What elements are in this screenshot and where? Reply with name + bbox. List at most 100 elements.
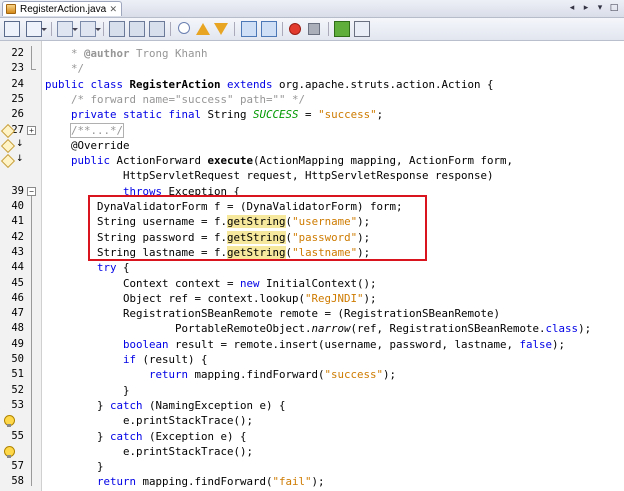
line-number: 42 <box>11 230 24 243</box>
code-line[interactable]: try { <box>45 260 130 275</box>
code-token: catch <box>110 429 150 443</box>
next-bookmark-icon[interactable] <box>214 23 228 35</box>
code-token: mapping.findForward( <box>142 475 273 489</box>
code-token: class <box>545 322 579 336</box>
code-token: false <box>519 337 553 351</box>
hint-bulb-icon[interactable] <box>4 445 15 458</box>
code-line[interactable]: public class RegisterAction extends org.… <box>45 77 494 92</box>
line-number: 58 <box>11 475 24 488</box>
editor-window: RegisterAction.java ✕ ◂ ▸ ▾ □ 22 23 24 2… <box>0 0 624 491</box>
code-token: (NamingException e) { <box>149 398 286 412</box>
code-token: ); <box>578 322 592 336</box>
back-icon[interactable] <box>57 21 78 37</box>
close-icon[interactable]: ✕ <box>109 4 117 15</box>
override-arrow-icon: ↓ <box>16 154 24 165</box>
toolbar-separator <box>328 22 329 36</box>
code-token: PortableRemoteObject. <box>45 322 312 336</box>
code-token: "success" <box>318 108 377 122</box>
line-number: 51 <box>11 368 24 381</box>
override-icon <box>3 126 17 134</box>
code-line[interactable]: /* forward name="success" path="" */ <box>45 92 305 107</box>
line-number: 24 <box>11 77 24 90</box>
find-prev-icon[interactable] <box>129 21 145 37</box>
fold-expand-icon[interactable]: + <box>27 125 36 135</box>
find-next-icon[interactable] <box>149 21 165 37</box>
code-line[interactable]: HttpServletRequest request, HttpServletR… <box>45 168 494 183</box>
scroll-right-icon[interactable]: ▸ <box>580 2 592 14</box>
code-token: execute <box>207 154 254 168</box>
hint-bulb-icon[interactable] <box>4 415 15 428</box>
tab-register-action[interactable]: RegisterAction.java ✕ <box>2 1 122 16</box>
line-number: 43 <box>11 245 24 258</box>
toolbar-separator <box>51 22 52 36</box>
code-token: */ <box>45 62 85 76</box>
code-line[interactable]: boolean result = remote.insert(username,… <box>45 337 565 352</box>
line-number: 47 <box>11 307 24 320</box>
code-line[interactable]: * @author Trong Khanh <box>45 46 208 61</box>
code-token: Object ref = context.lookup( <box>45 291 306 305</box>
override-arrow-icon: ↓ <box>16 138 24 149</box>
code-line[interactable]: } <box>45 383 130 398</box>
fold-guide-end <box>31 69 36 71</box>
history-icon[interactable] <box>26 21 47 37</box>
line-number-gutter: 22 23 24 25 26 27 39 40 41 42 43 44 45 46 47 48 49 50 51 52… <box>0 41 42 491</box>
code-token: @Override <box>45 138 130 152</box>
code-line[interactable]: RegistrationSBeanRemote remote = (Regist… <box>45 306 500 321</box>
code-line[interactable]: if (result) { <box>45 352 208 367</box>
shift-right-icon[interactable] <box>261 21 277 37</box>
tab-list-icon[interactable]: ▾ <box>594 2 606 14</box>
code-editor[interactable]: * @author Trong Khanh */public class Reg… <box>42 41 624 491</box>
code-line[interactable]: Object ref = context.lookup("RegJNDI"); <box>45 291 377 306</box>
java-file-icon <box>6 4 16 14</box>
prev-bookmark-icon[interactable] <box>196 23 210 35</box>
code-token: extends <box>220 77 280 91</box>
code-line[interactable]: */ <box>45 61 84 76</box>
code-token: try <box>45 261 124 275</box>
code-line[interactable]: e.printStackTrace(); <box>45 413 253 428</box>
code-line[interactable]: } catch (Exception e) { <box>45 429 247 444</box>
forward-icon[interactable] <box>80 21 101 37</box>
code-token: "RegJNDI" <box>305 291 364 305</box>
stop-macro-icon[interactable] <box>308 23 320 35</box>
code-token: narrow <box>311 322 351 336</box>
code-token: ); <box>552 337 566 351</box>
code-token: SUCCESS <box>253 108 299 122</box>
toggle-highlight-icon[interactable] <box>178 22 190 34</box>
code-token: String <box>207 108 254 122</box>
maximize-icon[interactable]: □ <box>608 2 620 14</box>
code-line[interactable]: } catch (NamingException e) { <box>45 398 286 413</box>
uncomment-icon[interactable] <box>354 21 370 37</box>
shift-left-icon[interactable] <box>241 21 257 37</box>
fold-collapse-icon[interactable]: − <box>27 186 36 196</box>
annotation-highlight-box <box>88 195 427 261</box>
code-token: RegistrationSBeanRemote remote = (Regist… <box>45 307 501 321</box>
scroll-left-icon[interactable]: ◂ <box>566 2 578 14</box>
code-line[interactable]: @Override <box>45 138 130 153</box>
tab-label: RegisterAction.java <box>20 3 107 15</box>
code-token: (Exception e) { <box>149 429 247 443</box>
code-line[interactable]: return mapping.findForward("fail"); <box>45 474 325 489</box>
record-macro-icon[interactable] <box>289 23 301 35</box>
code-line[interactable]: Context context = new InitialContext(); <box>45 276 377 291</box>
code-line[interactable]: private static final String SUCCESS = "s… <box>45 107 383 122</box>
code-line[interactable]: public ActionForward execute(ActionMappi… <box>45 153 513 168</box>
code-line[interactable]: /**...*/ <box>45 122 125 138</box>
line-number: 44 <box>11 261 24 274</box>
code-token: result = remote.insert(username, passwor… <box>175 337 520 351</box>
find-icon[interactable] <box>109 21 125 37</box>
code-line[interactable]: } <box>45 459 104 474</box>
code-line[interactable]: e.printStackTrace(); <box>45 444 253 459</box>
code-token: (ref, RegistrationSBeanRemote. <box>350 322 546 336</box>
code-line[interactable]: return mapping.findForward("success"); <box>45 367 396 382</box>
code-token: ); <box>363 291 377 305</box>
toolbar-separator <box>282 22 283 36</box>
code-token: return <box>45 475 143 489</box>
line-number: 57 <box>11 460 24 473</box>
line-number: 52 <box>11 383 24 396</box>
editor-tab-bar: RegisterAction.java ✕ ◂ ▸ ▾ □ <box>0 0 624 18</box>
source-icon[interactable] <box>4 21 20 37</box>
code-line[interactable]: PortableRemoteObject.narrow(ref, Registr… <box>45 321 591 336</box>
comment-icon[interactable] <box>334 21 350 37</box>
code-token: (result) { <box>142 353 208 366</box>
